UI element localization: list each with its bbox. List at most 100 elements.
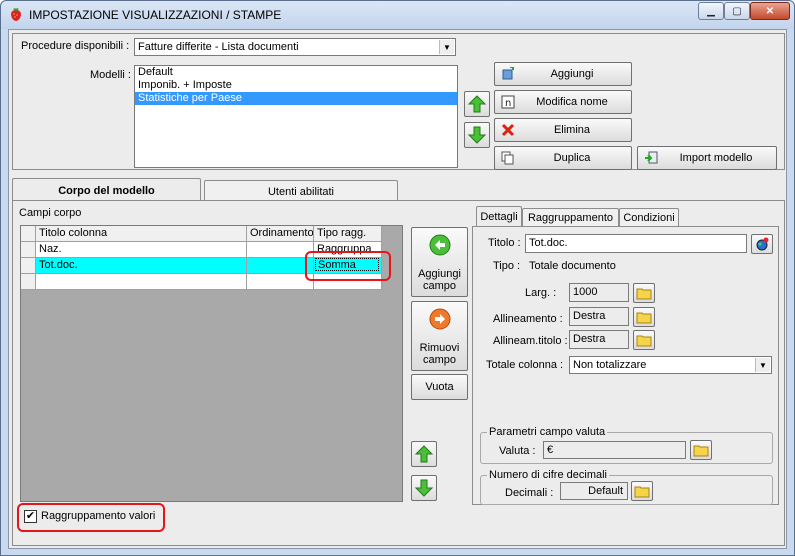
type-value: Totale documento	[525, 257, 771, 276]
import-icon	[643, 151, 659, 165]
svg-text:n: n	[505, 98, 511, 109]
empty-button[interactable]: Vuota	[411, 374, 468, 400]
duplicate-model-button[interactable]: Duplica	[494, 146, 632, 170]
add-field-label: Aggiungi campo	[418, 268, 461, 292]
total-label: Totale colonna :	[486, 359, 564, 371]
folder-icon	[693, 445, 709, 457]
title-label: Titolo :	[488, 237, 521, 249]
empty-label: Vuota	[425, 381, 454, 393]
arrow-right-icon	[429, 308, 451, 330]
title-align-label: Allineam.titolo :	[493, 335, 568, 347]
decimals-group: Numero di cifre decimali Decimali : Defa…	[480, 469, 773, 505]
folder-icon	[634, 486, 650, 498]
grouping-checkbox[interactable]: ✔	[24, 510, 37, 523]
list-item[interactable]: Default	[135, 66, 457, 79]
model-selection-panel: Procedure disponibili : Fatture differit…	[12, 33, 785, 170]
decimals-field[interactable]: Default	[560, 482, 628, 500]
currency-folder-button[interactable]	[690, 440, 712, 460]
add-field-button[interactable]: Aggiungi campo	[411, 227, 468, 297]
currency-label: Valuta :	[499, 445, 536, 457]
minimize-button[interactable]: ▁	[698, 2, 724, 20]
cell-title[interactable]: Tot.doc.	[36, 258, 247, 274]
chevron-down-icon[interactable]: ▼	[439, 40, 454, 54]
width-folder-button[interactable]	[633, 283, 655, 303]
add-icon	[500, 67, 516, 81]
list-item[interactable]: Imponib. + Imposte	[135, 79, 457, 92]
grouping-checkbox-label[interactable]: Raggruppamento valori	[41, 510, 155, 522]
tab-body-label: Corpo del modello	[58, 184, 155, 197]
close-icon: ✕	[765, 5, 775, 17]
arrow-up-icon	[414, 445, 434, 463]
total-select[interactable]: Non totalizzare ▼	[569, 356, 772, 374]
cell-order[interactable]	[247, 242, 314, 258]
arrow-down-icon	[414, 479, 434, 497]
title-align-folder-button[interactable]	[633, 330, 655, 350]
cell-title[interactable]: Naz.	[36, 242, 247, 258]
decimals-label: Decimali :	[505, 487, 554, 499]
currency-field[interactable]: €	[543, 441, 686, 459]
globe-icon	[756, 237, 769, 251]
decimals-group-title: Numero di cifre decimali	[487, 469, 609, 481]
procedure-value: Fatture differite - Lista documenti	[138, 41, 299, 53]
cell-title[interactable]	[36, 274, 247, 290]
column-header-title[interactable]: Titolo colonna	[36, 226, 247, 242]
body-tab-panel: Campi corpo Titolo colonna Ordinamento T…	[12, 200, 785, 546]
type-label: Tipo :	[493, 260, 521, 272]
width-label: Larg. :	[525, 287, 557, 299]
field-move-up-button[interactable]	[411, 441, 437, 467]
checkmark-icon: ✔	[25, 510, 36, 522]
models-label: Modelli :	[90, 69, 131, 81]
dialog-client-area: Procedure disponibili : Fatture differit…	[8, 29, 787, 549]
chevron-down-icon[interactable]: ▼	[755, 358, 770, 372]
row-selector[interactable]	[21, 258, 36, 274]
move-down-button[interactable]	[464, 122, 490, 148]
procedure-select[interactable]: Fatture differite - Lista documenti ▼	[134, 38, 456, 56]
models-list[interactable]: Default Imponib. + Imposte Statistiche p…	[134, 65, 458, 168]
import-model-button[interactable]: Import modello	[637, 146, 777, 170]
tab-conditions[interactable]: Condizioni	[619, 208, 679, 226]
details-panel: Titolo : Tot.doc. Tipo : Totale document…	[472, 226, 779, 505]
align-folder-button[interactable]	[633, 307, 655, 327]
tab-details[interactable]: Dettagli	[476, 206, 522, 226]
cell-order[interactable]	[247, 258, 314, 274]
add-model-button[interactable]: Aggiungi	[494, 62, 632, 86]
tab-users[interactable]: Utenti abilitati	[204, 180, 398, 202]
arrow-down-icon	[467, 126, 487, 144]
column-header-group[interactable]: Tipo ragg.	[314, 226, 382, 242]
remove-field-label: Rimuovi campo	[419, 342, 460, 366]
procedure-label: Procedure disponibili :	[21, 40, 130, 52]
tab-body[interactable]: Corpo del modello	[12, 178, 201, 202]
currency-group-title: Parametri campo valuta	[487, 426, 608, 438]
rename-model-button[interactable]: n Modifica nome	[494, 90, 632, 114]
delete-model-button[interactable]: Elimina	[494, 118, 632, 142]
copy-icon	[500, 151, 516, 165]
title-picker-button[interactable]	[751, 234, 773, 254]
folder-icon	[636, 312, 652, 324]
tab-conditions-label: Condizioni	[623, 211, 675, 224]
title-field[interactable]: Tot.doc.	[525, 234, 747, 253]
title-align-field[interactable]: Destra	[569, 330, 629, 349]
row-selector[interactable]	[21, 274, 36, 290]
annotation-highlight	[305, 251, 391, 281]
row-selector[interactable]	[21, 242, 36, 258]
move-up-button[interactable]	[464, 91, 490, 117]
app-window: IMPOSTAZIONE VISUALIZZAZIONI / STAMPE ▁ …	[0, 0, 795, 556]
minimize-icon: ▁	[707, 5, 715, 17]
field-move-down-button[interactable]	[411, 475, 437, 501]
width-field[interactable]: 1000	[569, 283, 629, 302]
tab-details-label: Dettagli	[480, 210, 518, 223]
maximize-button[interactable]: ▢	[724, 2, 750, 20]
list-item[interactable]: Statistiche per Paese	[135, 92, 457, 105]
tab-grouping[interactable]: Raggruppamento	[522, 208, 619, 226]
close-button[interactable]: ✕	[750, 2, 790, 20]
maximize-icon: ▢	[732, 5, 742, 17]
align-field[interactable]: Destra	[569, 307, 629, 326]
cell-order[interactable]	[247, 274, 314, 290]
folder-icon	[636, 335, 652, 347]
arrow-left-icon	[429, 234, 451, 256]
column-header-order[interactable]: Ordinamento	[247, 226, 314, 242]
title-bar: IMPOSTAZIONE VISUALIZZAZIONI / STAMPE ▁ …	[1, 1, 794, 29]
arrow-up-icon	[467, 95, 487, 113]
decimals-folder-button[interactable]	[631, 481, 653, 501]
remove-field-button[interactable]: Rimuovi campo	[411, 301, 468, 371]
